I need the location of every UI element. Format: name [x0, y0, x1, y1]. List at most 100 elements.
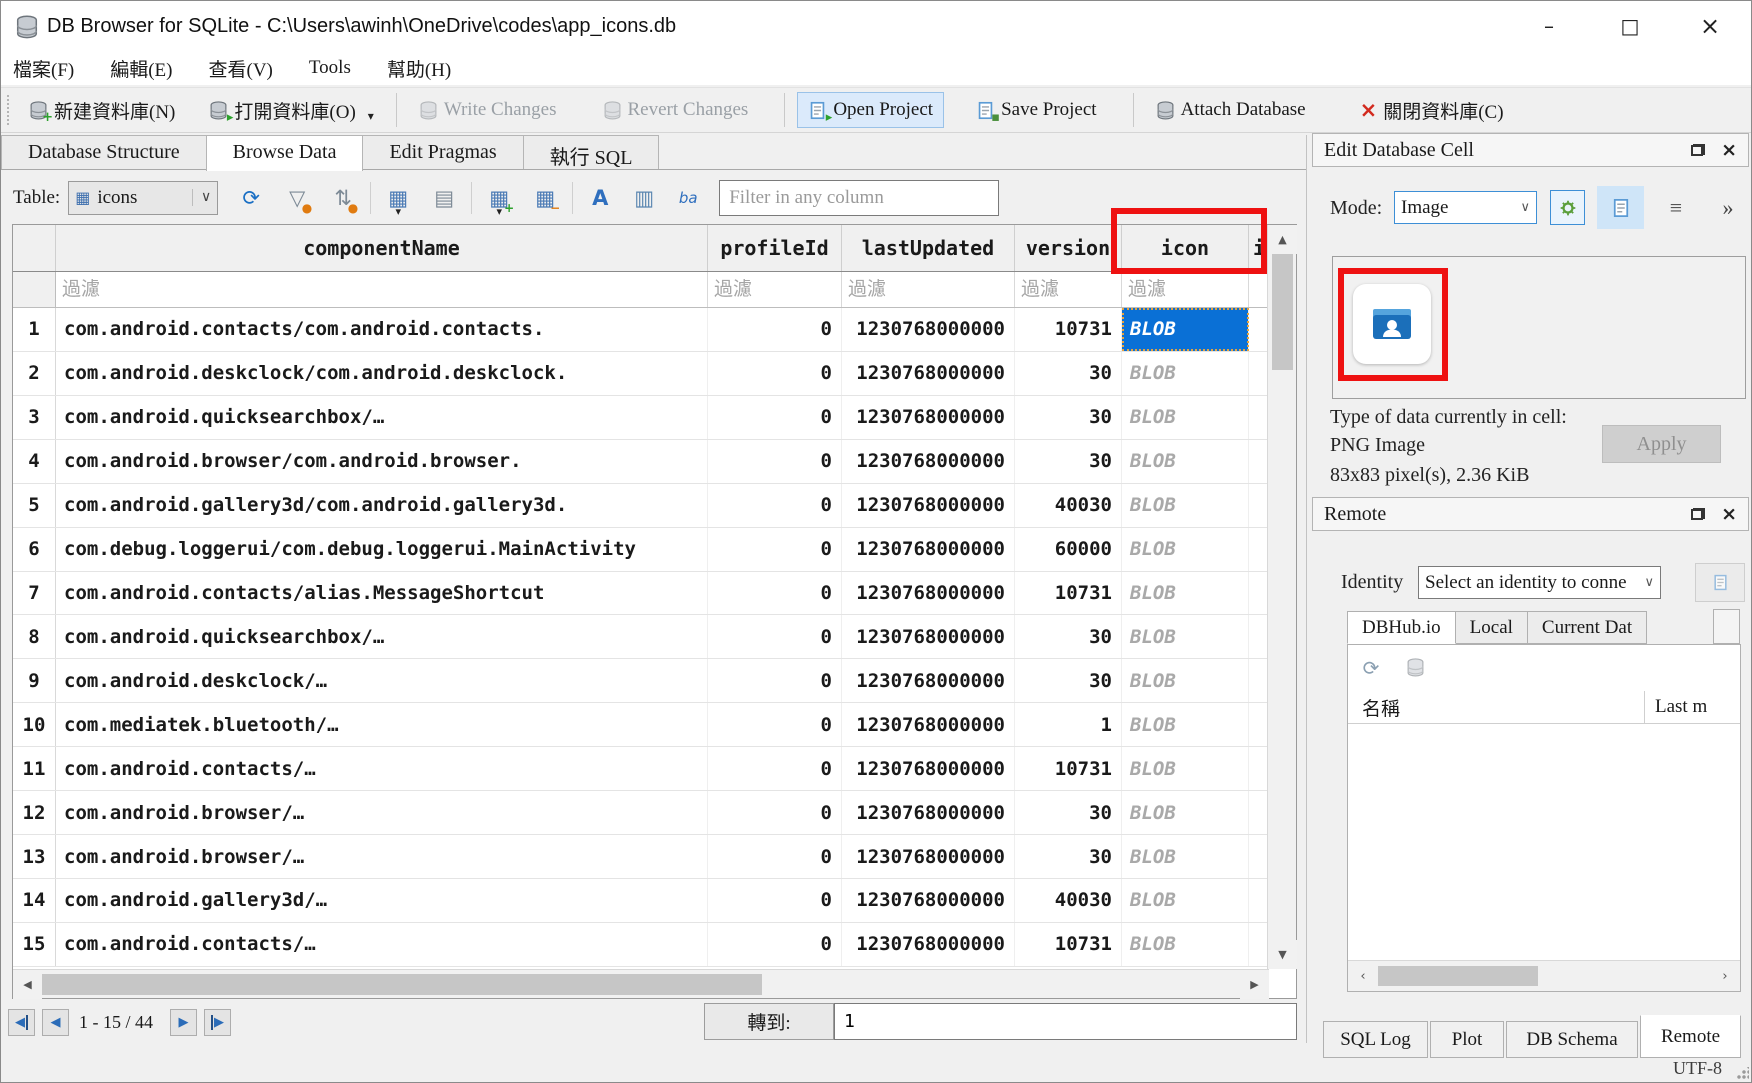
bottom-tab-remote[interactable]: Remote — [1640, 1015, 1741, 1058]
cell-pid[interactable]: 0 — [708, 572, 842, 615]
remote-clone-db-icon[interactable] — [1406, 658, 1425, 682]
dock-separator[interactable] — [1306, 135, 1307, 1043]
tab-edit-pragmas[interactable]: Edit Pragmas — [362, 135, 523, 169]
cell-upd[interactable]: 1230768000000 — [842, 879, 1015, 922]
filter-any-column-input[interactable] — [719, 180, 999, 216]
menu-file[interactable]: 檔案(F) — [1, 52, 86, 85]
column-header-componentName[interactable]: componentName — [56, 225, 708, 271]
cell-name[interactable]: com.android.deskclock/com.android.deskcl… — [56, 352, 708, 395]
cell-name[interactable]: com.debug.loggerui/com.debug.loggerui.Ma… — [56, 528, 708, 571]
cell-num[interactable]: 9 — [13, 659, 56, 702]
open-database-dropdown-icon[interactable]: ▾ — [368, 109, 374, 124]
horizontal-scrollbar-thumb[interactable] — [42, 974, 762, 995]
cell-icon[interactable]: BLOB — [1122, 572, 1249, 615]
insert-record-icon[interactable]: ▦+▾ — [482, 181, 516, 215]
cell-name[interactable]: com.android.quicksearchbox/… — [56, 615, 708, 658]
cell-pid[interactable]: 0 — [708, 835, 842, 878]
cell-upd[interactable]: 1230768000000 — [842, 440, 1015, 483]
remote-scrollbar-thumb[interactable] — [1378, 966, 1538, 986]
cell-num[interactable]: 3 — [13, 396, 56, 439]
identity-select[interactable]: Select an identity to conne ∨ — [1418, 566, 1661, 599]
cell-ver[interactable]: 10731 — [1015, 572, 1122, 615]
cell-ver[interactable]: 30 — [1015, 352, 1122, 395]
remote-tab-dbhub[interactable]: DBHub.io — [1347, 611, 1456, 644]
clear-sort-icon[interactable]: ⇅● — [326, 181, 360, 215]
cell-ver[interactable]: 30 — [1015, 615, 1122, 658]
minimize-button[interactable]: – — [1526, 1, 1572, 51]
cell-name[interactable]: com.android.browser/com.android.browser. — [56, 440, 708, 483]
bottom-tab-plot[interactable]: Plot — [1430, 1021, 1504, 1058]
cell-icon[interactable]: BLOB — [1122, 308, 1249, 351]
cell-upd[interactable]: 1230768000000 — [842, 484, 1015, 527]
cell-icon[interactable]: BLOB — [1122, 791, 1249, 834]
menu-edit[interactable]: 編輯(E) — [98, 52, 184, 85]
tab-browse-data[interactable]: Browse Data — [206, 135, 364, 171]
cell-ver[interactable]: 30 — [1015, 659, 1122, 702]
encoding-icon[interactable]: ba — [671, 181, 705, 215]
cell-icon[interactable]: BLOB — [1122, 659, 1249, 702]
scroll-right-icon[interactable]: › — [1712, 961, 1738, 991]
cell-pid[interactable]: 0 — [708, 879, 842, 922]
table-select[interactable]: ▦ icons ∨ — [68, 181, 218, 215]
revert-changes-button[interactable]: Revert Changes — [593, 93, 759, 127]
toolbar-overflow-icon[interactable]: » — [1713, 193, 1743, 223]
cell-icon[interactable]: BLOB — [1122, 835, 1249, 878]
cell-ver[interactable]: 10731 — [1015, 923, 1122, 966]
column-header-version[interactable]: version — [1015, 225, 1122, 271]
text-mode-button[interactable] — [1597, 186, 1644, 229]
cell-num[interactable]: 12 — [13, 791, 56, 834]
cell-upd[interactable]: 1230768000000 — [842, 308, 1015, 351]
refresh-icon[interactable]: ⟳ — [234, 181, 268, 215]
cell-name[interactable]: com.android.browser/… — [56, 791, 708, 834]
menu-view[interactable]: 查看(V) — [197, 52, 285, 85]
column-filter-input[interactable] — [842, 272, 1015, 307]
cell-upd[interactable]: 1230768000000 — [842, 703, 1015, 746]
cell-pid[interactable]: 0 — [708, 352, 842, 395]
cell-upd[interactable]: 1230768000000 — [842, 615, 1015, 658]
bottom-tab-sql-log[interactable]: SQL Log — [1323, 1021, 1428, 1058]
clear-filters-icon[interactable]: ▽● — [280, 181, 314, 215]
cell-upd[interactable]: 1230768000000 — [842, 923, 1015, 966]
cell-upd[interactable]: 1230768000000 — [842, 572, 1015, 615]
write-changes-button[interactable]: Write Changes — [409, 93, 567, 127]
save-table-icon[interactable]: ▦▾ — [381, 181, 415, 215]
cell-num[interactable]: 10 — [13, 703, 56, 746]
save-project-button[interactable]: ▪ Save Project — [966, 93, 1107, 127]
cell-name[interactable]: com.android.gallery3d/com.android.galler… — [56, 484, 708, 527]
cell-name[interactable]: com.android.contacts/com.android.contact… — [56, 308, 708, 351]
vertical-scrollbar[interactable]: ▲ ▼ — [1267, 225, 1296, 969]
cell-name[interactable]: com.mediatek.bluetooth/… — [56, 703, 708, 746]
cell-icon[interactable]: BLOB — [1122, 440, 1249, 483]
identity-import-button[interactable] — [1695, 563, 1745, 602]
import-data-button[interactable] — [1550, 190, 1585, 225]
cell-name[interactable]: com.android.gallery3d/… — [56, 879, 708, 922]
apply-button[interactable]: Apply — [1602, 425, 1721, 463]
next-page-button[interactable]: ▶ — [170, 1009, 197, 1036]
cell-ver[interactable]: 30 — [1015, 835, 1122, 878]
cell-ver[interactable]: 1 — [1015, 703, 1122, 746]
column-filter-input[interactable] — [56, 272, 708, 307]
cell-upd[interactable]: 1230768000000 — [842, 747, 1015, 790]
column-filter-input[interactable] — [1015, 272, 1122, 307]
cell-name[interactable]: com.android.contacts/… — [56, 747, 708, 790]
cell-icon[interactable]: BLOB — [1122, 528, 1249, 571]
cell-icon[interactable]: BLOB — [1122, 352, 1249, 395]
column-header-lastUpdated[interactable]: lastUpdated — [842, 225, 1015, 271]
cell-ver[interactable]: 30 — [1015, 791, 1122, 834]
scroll-right-icon[interactable]: ▶ — [1240, 970, 1269, 999]
cell-pid[interactable]: 0 — [708, 528, 842, 571]
scroll-up-icon[interactable]: ▲ — [1268, 225, 1297, 254]
cell-upd[interactable]: 1230768000000 — [842, 528, 1015, 571]
scroll-left-icon[interactable]: ‹ — [1350, 961, 1376, 991]
menu-help[interactable]: 幫助(H) — [375, 52, 463, 85]
close-database-button[interactable]: × 關閉資料庫(C) — [1350, 91, 1514, 130]
cell-pid[interactable]: 0 — [708, 747, 842, 790]
cell-icon[interactable]: BLOB — [1122, 923, 1249, 966]
last-page-button[interactable]: ▶ — [204, 1009, 231, 1036]
column-filter-input[interactable] — [1122, 272, 1249, 307]
cell-num[interactable]: 14 — [13, 879, 56, 922]
float-panel-icon[interactable] — [1691, 508, 1705, 520]
remote-refresh-icon[interactable]: ⟳ — [1356, 653, 1386, 683]
word-wrap-icon[interactable]: ≡ — [1661, 193, 1691, 223]
cell-name[interactable]: com.android.quicksearchbox/… — [56, 396, 708, 439]
